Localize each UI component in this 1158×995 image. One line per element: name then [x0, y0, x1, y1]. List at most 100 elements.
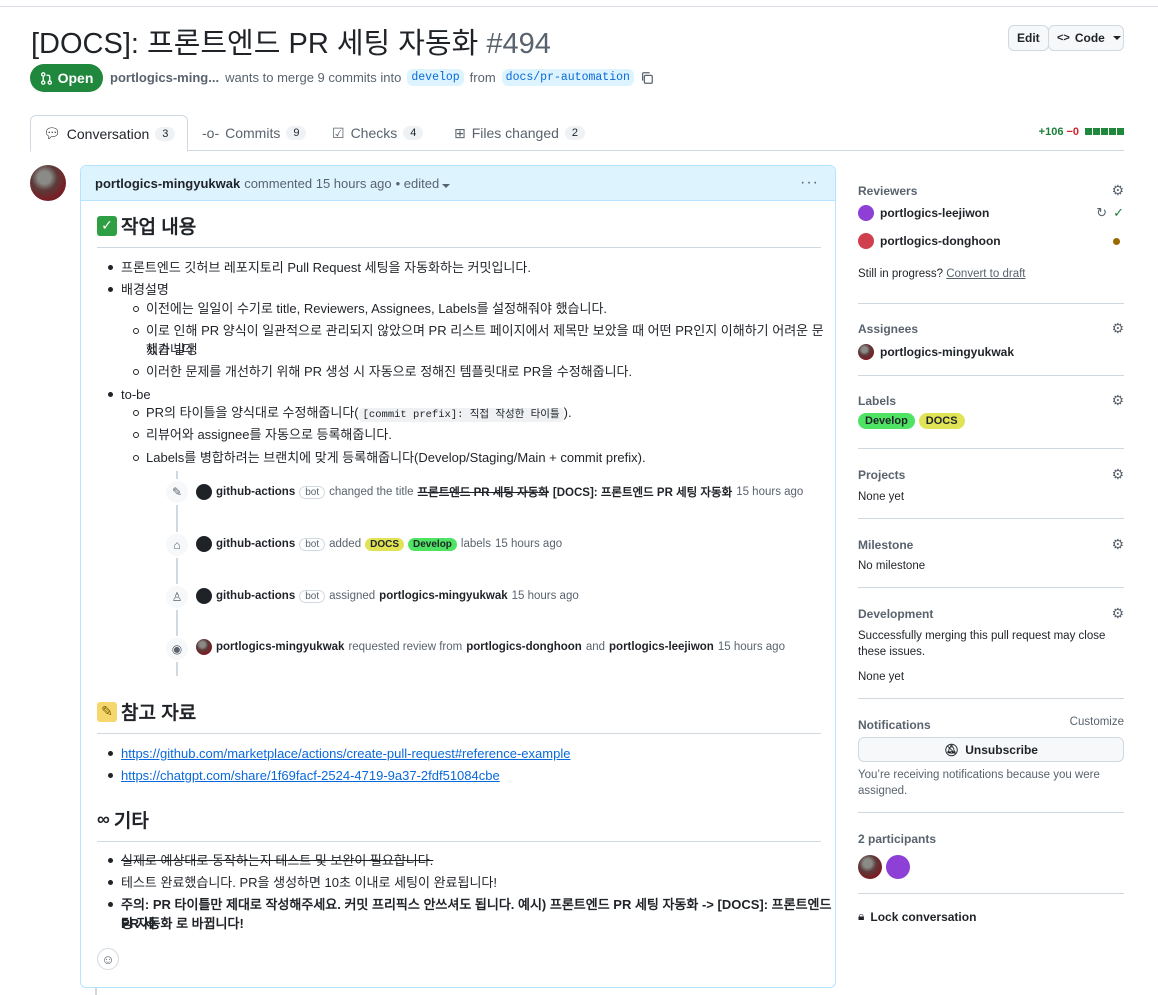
convert-to-draft-link[interactable]: Convert to draft [946, 268, 1025, 280]
unsubscribe-button[interactable]: 🔕︎ Unsubscribe [858, 737, 1124, 762]
notification-reason: You’re receiving notifications because y… [858, 769, 1100, 797]
copy-icon[interactable] [640, 71, 654, 85]
tab-checks[interactable]: ☑ Checks 4 [320, 115, 435, 151]
timeline-event: portlogics-mingyukwak requested review f… [196, 639, 785, 655]
comment-box: portlogics-mingyukwak commented 15 hours… [80, 165, 836, 988]
base-branch[interactable]: develop [407, 69, 464, 86]
avatar[interactable] [858, 233, 874, 249]
add-reaction-icon[interactable]: ☺ [97, 948, 119, 970]
reviewers-section: Reviewers ⚙ [858, 182, 1124, 198]
head-branch[interactable]: docs/pr-automation [501, 69, 634, 86]
edit-button[interactable]: Edit [1008, 25, 1049, 51]
label-docs[interactable]: DOCS [918, 413, 965, 429]
reviewer-row: portlogics-leejiwon ↻ ✓ [858, 205, 1124, 221]
divider [858, 303, 1124, 304]
eye-icon: ◉ [164, 636, 190, 662]
bell-slash-icon: 🔕︎ [944, 742, 960, 757]
re-request-icon[interactable]: ↻ [1096, 205, 1107, 221]
tab-files-changed[interactable]: ⊞ Files changed 2 [442, 115, 597, 151]
list-item: 이전에는 일일이 수기로 title, Reviewers, Assignees… [132, 301, 608, 316]
commit-icon: -o- [202, 125, 220, 141]
avatar[interactable] [858, 855, 882, 879]
github-icon [196, 484, 212, 500]
list-item: 배경설명 [108, 282, 169, 297]
gear-icon[interactable]: ⚙ [1111, 182, 1124, 199]
list-item: to-be [108, 387, 151, 402]
tab-conversation[interactable]: 💬︎ Conversation 3 [30, 115, 189, 152]
labels-section: Labels ⚙ [858, 392, 1124, 408]
divider [858, 698, 1124, 699]
comment-author[interactable]: portlogics-mingyukwak [95, 176, 240, 191]
list-item: 이로 인해 PR 양식이 일관적으로 관리되지 않았으며 PR 리스트 페이지에… [133, 321, 835, 359]
code-icon: <> [1057, 32, 1070, 44]
list-item: https://github.com/marketplace/actions/c… [107, 744, 570, 763]
notifications-section: Notifications Customize [858, 716, 1124, 732]
pull-request-icon [40, 71, 52, 85]
author-link[interactable]: portlogics-ming... [110, 70, 219, 85]
assignees-section: Assignees ⚙ [858, 320, 1124, 336]
edited-dropdown[interactable]: • edited [396, 176, 451, 191]
gear-icon[interactable]: ⚙ [1111, 536, 1124, 553]
avatar[interactable] [30, 165, 66, 201]
avatar[interactable] [858, 344, 874, 360]
labels-row: Develop DOCS [858, 413, 965, 429]
list-item: Labels를 병합하려는 브랜치에 맞게 등록해줍니다(Develop/Sta… [133, 450, 646, 465]
reference-link[interactable]: https://github.com/marketplace/actions/c… [121, 746, 570, 761]
avatar [196, 639, 212, 655]
github-icon [196, 588, 212, 604]
participants-avatars [858, 855, 910, 879]
milestone-section: Milestone ⚙ [858, 536, 1124, 552]
avatar[interactable] [858, 205, 874, 221]
memo-icon: ✎ [97, 701, 117, 722]
label-docs[interactable]: DOCS [365, 537, 405, 551]
timeline-line [95, 988, 97, 995]
lock-conversation[interactable]: 🔒︎ Lock conversation [858, 909, 976, 924]
gear-icon[interactable]: ⚙ [1111, 466, 1124, 483]
divider [858, 587, 1124, 588]
divider [858, 375, 1124, 376]
lock-icon: 🔒︎ [858, 909, 865, 923]
customize-link[interactable]: Customize [1070, 716, 1124, 728]
code-button[interactable]: <> Code [1048, 25, 1124, 51]
divider [858, 812, 1124, 813]
tab-commits[interactable]: -o- Commits 9 [190, 115, 318, 151]
list-item: 프론트엔드 깃허브 레포지토리 Pull Request 세팅을 자동화하는 커… [108, 260, 531, 275]
divider [858, 893, 1124, 894]
label-develop[interactable]: Develop [858, 413, 915, 429]
development-section: Development ⚙ [858, 605, 1124, 621]
projects-section: Projects ⚙ [858, 466, 1124, 482]
reviewer-row: portlogics-donghoon [858, 233, 1124, 249]
reference-link[interactable]: https://chatgpt.com/share/1f69facf-2524-… [121, 768, 500, 783]
comment-header: portlogics-mingyukwak commented 15 hours… [81, 166, 835, 201]
gear-icon[interactable]: ⚙ [1111, 320, 1124, 337]
section-heading: ∞ 기타 [97, 806, 821, 842]
timeline-event: github-actions bot added DOCS Develop lab… [196, 536, 562, 552]
infinity-icon: ∞ [97, 809, 110, 829]
gear-icon[interactable]: ⚙ [1111, 392, 1124, 409]
gear-icon[interactable]: ⚙ [1111, 605, 1124, 622]
github-icon [196, 536, 212, 552]
list-item: 테스트 완료했습니다. PR을 생성하면 10초 이내로 세팅이 완료됩니다! [108, 875, 497, 890]
draft-hint: Still in progress? Convert to draft [858, 268, 1026, 280]
timeline-event: github-actions bot assigned portlogics-mi… [196, 588, 579, 604]
avatar[interactable] [886, 855, 910, 879]
participants-section: 2 participants [858, 832, 937, 846]
projects-value: None yet [858, 491, 905, 503]
timeline-event: github-actions bot changed the title 프론트엔… [196, 484, 803, 500]
tag-icon: ⌂ [164, 532, 190, 558]
development-value: None yet [858, 671, 905, 683]
list-item: 리뷰어와 assignee를 자동으로 등록해줍니다. [133, 427, 392, 442]
kebab-menu-icon[interactable]: ··· [800, 174, 819, 192]
checklist-icon: ☑ [332, 124, 345, 141]
label-develop[interactable]: Develop [408, 537, 457, 551]
divider [858, 518, 1124, 519]
development-text: Successfully merging this pull request m… [858, 630, 1106, 658]
pr-tabs: 💬︎ Conversation 3 -o- Commits 9 ☑ Checks 4 … [30, 115, 1124, 152]
pr-title: [DOCS]: 프론트엔드 PR 세팅 자동화 #494 [31, 28, 551, 60]
comment-icon: 💬︎ [43, 125, 61, 141]
section-heading: ✓ 작업 내용 [97, 212, 821, 248]
check-mark-icon: ✓ [97, 215, 117, 236]
list-item: https://chatgpt.com/share/1f69facf-2524-… [108, 766, 500, 785]
chevron-down-icon [1112, 36, 1121, 40]
status-badge: Open [30, 64, 103, 92]
